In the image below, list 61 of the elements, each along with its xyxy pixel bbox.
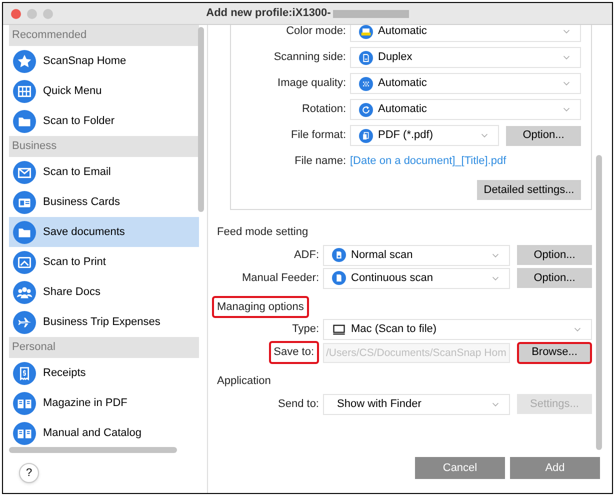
dropdown[interactable]: Show with Finder xyxy=(323,394,510,414)
page-icon xyxy=(332,248,346,262)
field-label: Scanning side: xyxy=(274,50,346,66)
envelope-icon xyxy=(13,160,36,184)
vertical-scrollbar[interactable] xyxy=(596,155,602,450)
field-label: Image quality: xyxy=(278,76,346,92)
monitor-icon xyxy=(332,322,346,336)
dropdown[interactable]: PDF (*.pdf) xyxy=(350,125,499,146)
field-label: Send to: xyxy=(278,396,319,412)
picture-icon xyxy=(13,250,36,274)
dropdown[interactable]: Continuous scan xyxy=(323,268,510,288)
option-button[interactable]: Browse... xyxy=(517,342,592,364)
receipt-icon xyxy=(13,362,36,384)
option-button[interactable]: Option... xyxy=(517,245,592,265)
option-button[interactable]: Option... xyxy=(517,268,592,288)
dropdown[interactable]: Automatic xyxy=(350,25,581,42)
documents-icon xyxy=(359,128,373,142)
grid-icon xyxy=(13,80,36,102)
close-button[interactable] xyxy=(11,9,21,19)
card-icon xyxy=(13,190,36,214)
help-button[interactable]: ? xyxy=(19,463,39,483)
page-icon xyxy=(359,50,373,64)
field-label: File format: xyxy=(290,128,346,144)
section-header: Recommended xyxy=(9,25,199,46)
field-label: Manual Feeder: xyxy=(242,270,319,286)
folder-icon xyxy=(13,110,36,132)
dropdown[interactable]: Normal scan xyxy=(323,244,510,266)
dropdown[interactable]: Duplex xyxy=(350,47,581,68)
rotate-icon xyxy=(359,102,373,116)
page-icon xyxy=(332,271,346,285)
file-name-link[interactable]: [Date on a document]_[Title].pdf xyxy=(350,153,506,170)
field-label: Save to: xyxy=(268,341,319,364)
minimize-button[interactable] xyxy=(27,9,37,19)
zoom-button[interactable] xyxy=(43,9,53,19)
section-heading: Application xyxy=(216,374,272,389)
field-label: Type: xyxy=(292,322,319,338)
vertical-scrollbar[interactable] xyxy=(198,27,204,212)
field-label: File name: xyxy=(294,154,346,170)
book-icon xyxy=(13,392,36,414)
field-label: ADF: xyxy=(294,248,319,263)
auto-icon xyxy=(359,25,373,38)
dots-icon xyxy=(359,76,373,90)
section-heading: Feed mode setting xyxy=(216,225,310,240)
airplane-icon xyxy=(13,310,36,334)
people-icon xyxy=(13,280,36,304)
window-title: Add new profile:iX1300- xyxy=(206,6,331,22)
book-icon xyxy=(13,422,36,444)
field-label: Color mode: xyxy=(286,25,346,40)
option-button[interactable]: Option... xyxy=(506,126,581,146)
save-path-field[interactable]: /Users/CS/Documents/ScanSnap Hom xyxy=(323,342,510,362)
sidebar-item[interactable]: Save documents xyxy=(9,217,199,247)
section-header: Business xyxy=(9,136,199,157)
field-label: Rotation: xyxy=(302,102,346,118)
dropdown[interactable]: Mac (Scan to file) xyxy=(323,319,592,340)
dropdown[interactable]: Automatic xyxy=(350,73,581,94)
option-button[interactable]: Detailed settings... xyxy=(477,180,581,200)
dropdown[interactable]: Automatic xyxy=(350,99,581,120)
folder-icon xyxy=(13,220,36,244)
section-heading: Managing options xyxy=(212,296,309,318)
horizontal-scrollbar[interactable] xyxy=(9,447,177,453)
section-header: Personal xyxy=(9,337,199,358)
